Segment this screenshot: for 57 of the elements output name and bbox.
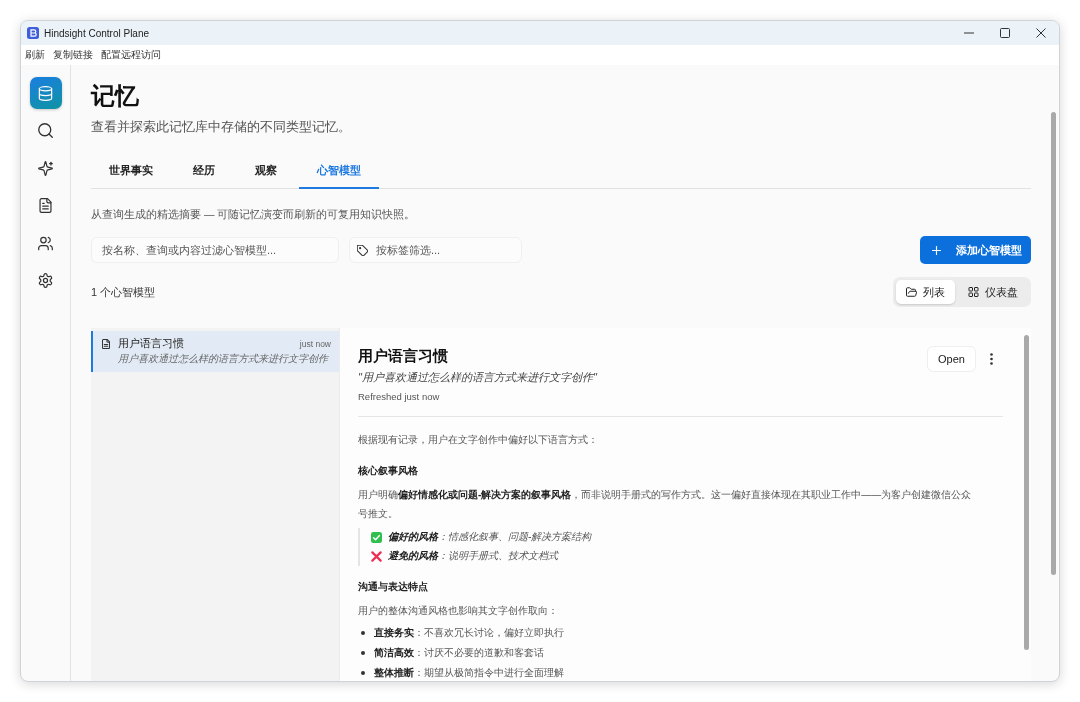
folder-icon <box>906 287 917 297</box>
view-toggle-option[interactable]: 列表 <box>896 280 955 304</box>
tab[interactable]: 世界事实 <box>91 153 171 189</box>
document-icon <box>102 338 110 349</box>
model-count: 1 个心智模型 <box>91 284 156 300</box>
maximize-icon[interactable] <box>1000 28 1010 38</box>
scrollbar-thumb[interactable] <box>1050 112 1056 575</box>
section-description: 从查询生成的精选摘要 — 可随记忆演变而刷新的可复用知识快照。 <box>91 207 417 222</box>
app-logo-icon <box>27 27 39 39</box>
detail-title: 用户语言习惯 <box>358 346 449 366</box>
list-item-text: 简洁高效：讨厌不必要的道歉和客套话 <box>374 646 544 659</box>
close-icon[interactable] <box>1036 28 1046 38</box>
paragraph: 根据现有记录，用户在文字创作中偏好以下语言方式： <box>358 433 599 447</box>
model-time: just now <box>299 338 331 349</box>
people-icon <box>38 235 53 251</box>
section-heading: 沟通与表达特点 <box>358 580 429 594</box>
document-icon <box>38 198 53 213</box>
database-icon <box>38 85 53 101</box>
refreshed-label: Refreshed just now <box>358 390 441 404</box>
tag-filter-field[interactable]: 按标签筛选... <box>349 237 522 263</box>
tag-icon <box>357 244 368 256</box>
filter-field[interactable]: 按名称、查询或内容过滤心智模型... <box>91 237 339 263</box>
menu-item[interactable]: 复制链接 <box>53 48 93 62</box>
list-item-text: 直接务实：不喜欢冗长讨论，偏好立即执行 <box>374 626 564 639</box>
window-title: Hindsight Control Plane <box>44 27 150 39</box>
sparkles-icon <box>38 160 53 176</box>
paragraph: 用户明确偏好情感化或问题-解决方案的叙事风格，而非说明手册式的写作方式。这一偏好直接体现在其职业工作中——为客户创建微信公众号推文。 <box>358 487 973 521</box>
page-title: 记忆 <box>91 81 140 111</box>
list-item-text: 整体推断：期望从极简指令中进行全面理解 <box>374 666 564 679</box>
scrollbar-thumb[interactable] <box>1024 335 1029 650</box>
quote-line: 避免的风格：说明手册式、技术文档式 <box>388 549 558 563</box>
section-heading: 核心叙事风格 <box>358 463 419 478</box>
search-icon <box>38 123 53 138</box>
bullet-icon <box>361 630 365 635</box>
detail-query: "用户喜欢通过怎么样的语言方式来进行文字创作" <box>358 370 597 385</box>
bullet-icon <box>361 650 365 655</box>
quote-line: 偏好的风格：情感化叙事、问题-解决方案结构 <box>388 530 592 544</box>
add-model-button[interactable]: 添加心智模型 <box>920 236 1031 264</box>
open-button[interactable]: Open <box>927 346 976 372</box>
settings-icon <box>38 273 53 288</box>
check-icon <box>371 531 382 543</box>
plus-icon <box>932 245 941 255</box>
view-toggle-option[interactable]: 仪表盘 <box>958 280 1028 304</box>
menu-item[interactable]: 配置远程访问 <box>101 48 161 62</box>
paragraph: 用户的整体沟通风格也影响其文字创作取向： <box>358 604 559 618</box>
model-name: 用户语言习惯 <box>118 336 184 351</box>
model-query: 用户喜欢通过怎么样的语言方式来进行文字创作 <box>117 352 330 366</box>
grid-icon <box>968 287 979 297</box>
tab[interactable]: 经历 <box>175 153 233 189</box>
cross-icon <box>371 550 382 562</box>
menu-item[interactable]: 刷新 <box>25 48 45 62</box>
tab[interactable]: 观察 <box>237 153 295 189</box>
bullet-icon <box>361 670 365 675</box>
tab[interactable]: 心智模型 <box>299 153 379 189</box>
page-subtitle: 查看并探索此记忆库中存储的不同类型记忆。 <box>91 118 352 136</box>
model-list-item[interactable]: 用户语言习惯 just now 用户喜欢通过怎么样的语言方式来进行文字创作 <box>91 331 339 372</box>
more-options-icon[interactable] <box>990 353 993 365</box>
